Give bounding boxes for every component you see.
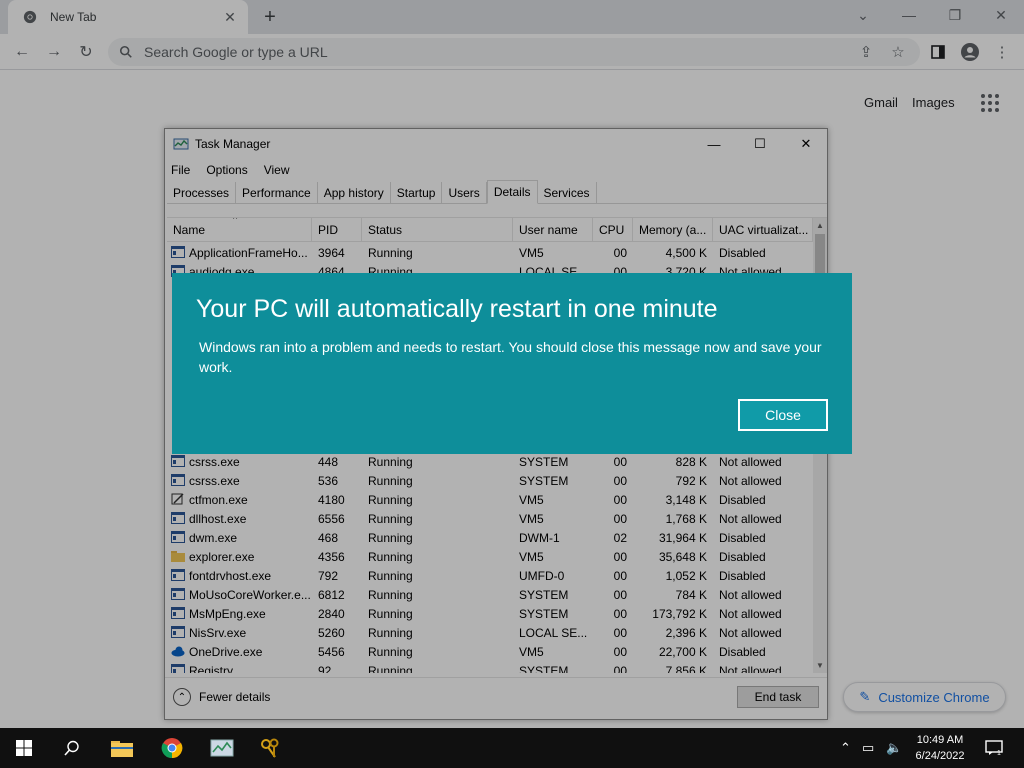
dialog-message: Windows ran into a problem and needs to … xyxy=(199,339,822,375)
search-taskbar-button[interactable] xyxy=(48,728,96,768)
clock-time: 10:49 AM xyxy=(916,734,964,746)
notification-count: 1 xyxy=(997,750,1001,756)
network-icon[interactable]: ▭ xyxy=(862,740,874,756)
file-explorer-taskbar-icon[interactable] xyxy=(98,728,146,768)
clock-date: 6/24/2022 xyxy=(915,750,965,762)
taskbar: ⌃ ▭ 🔈 10:49 AM 6/24/2022 1 xyxy=(0,728,1024,768)
taskbar-search-icon xyxy=(64,740,79,756)
windows-logo-icon xyxy=(16,740,32,756)
volume-icon[interactable]: 🔈 xyxy=(886,740,902,756)
notification-center-icon[interactable]: 1 xyxy=(982,736,1006,760)
start-button[interactable] xyxy=(0,728,48,768)
chrome-taskbar-icon[interactable] xyxy=(148,728,196,768)
chrome-window: New Tab ✕ + ⌄ — ❐ ✕ ← → ↻ ⇪ ☆ ⋮ Gmail Im… xyxy=(0,0,1024,728)
restart-dialog: Your PC will automatically restart in on… xyxy=(172,273,852,454)
task-manager-taskbar-icon[interactable] xyxy=(198,728,246,768)
dialog-title: Your PC will automatically restart in on… xyxy=(196,295,718,323)
dialog-close-button[interactable]: Close xyxy=(738,399,828,431)
keys-taskbar-icon[interactable] xyxy=(246,728,294,768)
system-clock[interactable]: 10:49 AM 6/24/2022 xyxy=(912,732,968,764)
show-hidden-icons[interactable]: ⌃ xyxy=(840,740,851,756)
